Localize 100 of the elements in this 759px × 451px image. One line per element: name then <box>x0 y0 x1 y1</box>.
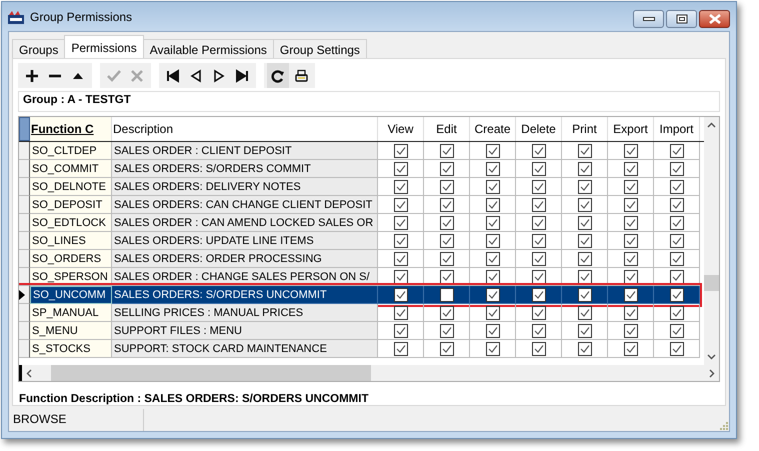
column-header[interactable]: Edit <box>424 117 470 141</box>
checkbox[interactable] <box>532 342 546 356</box>
checkbox[interactable] <box>486 270 500 284</box>
checkbox[interactable] <box>578 162 592 176</box>
checkbox[interactable] <box>670 306 684 320</box>
row-indicator[interactable] <box>19 286 30 304</box>
refresh-button[interactable] <box>267 63 289 88</box>
checkbox[interactable] <box>486 234 500 248</box>
checkbox[interactable] <box>624 306 638 320</box>
checkbox[interactable] <box>440 144 454 158</box>
checkbox[interactable] <box>578 180 592 194</box>
tab[interactable]: Groups <box>12 39 66 58</box>
checkbox[interactable] <box>670 180 684 194</box>
checkbox[interactable] <box>440 162 454 176</box>
checkbox[interactable] <box>624 162 638 176</box>
checkbox[interactable] <box>578 324 592 338</box>
checkbox[interactable] <box>394 342 408 356</box>
vertical-scrollbar[interactable] <box>704 117 719 365</box>
checkbox[interactable] <box>624 234 638 248</box>
checkbox[interactable] <box>394 180 408 194</box>
checkbox[interactable] <box>578 342 592 356</box>
checkbox[interactable] <box>670 144 684 158</box>
column-header[interactable]: View <box>378 117 424 141</box>
checkbox[interactable] <box>624 270 638 284</box>
checkbox[interactable] <box>578 252 592 266</box>
checkbox[interactable] <box>578 144 592 158</box>
checkbox[interactable] <box>532 216 546 230</box>
minimize-button[interactable] <box>633 10 664 28</box>
column-header[interactable]: Delete <box>516 117 562 141</box>
horizontal-scrollbar[interactable] <box>19 365 719 381</box>
checkbox[interactable] <box>624 342 638 356</box>
checkbox[interactable] <box>440 306 454 320</box>
checkbox[interactable] <box>578 234 592 248</box>
checkbox[interactable] <box>440 342 454 356</box>
checkbox[interactable] <box>624 144 638 158</box>
checkbox[interactable] <box>670 324 684 338</box>
checkbox[interactable] <box>578 288 592 302</box>
column-header[interactable]: Description <box>112 117 378 141</box>
close-button[interactable] <box>699 10 730 28</box>
checkbox[interactable] <box>670 342 684 356</box>
checkbox[interactable] <box>394 234 408 248</box>
checkbox[interactable] <box>440 252 454 266</box>
checkbox[interactable] <box>394 270 408 284</box>
checkbox[interactable] <box>440 198 454 212</box>
scroll-down-icon[interactable] <box>707 352 716 361</box>
resize-grip-icon[interactable] <box>719 421 729 431</box>
column-header[interactable]: Create <box>470 117 516 141</box>
checkbox[interactable] <box>624 180 638 194</box>
checkbox[interactable] <box>624 324 638 338</box>
scroll-thumb[interactable] <box>704 275 719 291</box>
checkbox[interactable] <box>532 234 546 248</box>
checkbox[interactable] <box>486 216 500 230</box>
checkbox[interactable] <box>486 342 500 356</box>
checkbox[interactable] <box>394 216 408 230</box>
checkbox[interactable] <box>486 324 500 338</box>
checkbox[interactable] <box>670 216 684 230</box>
checkbox[interactable] <box>486 180 500 194</box>
checkbox[interactable] <box>624 252 638 266</box>
scroll-up-icon[interactable] <box>707 121 716 130</box>
checkbox[interactable] <box>532 306 546 320</box>
checkbox[interactable] <box>578 306 592 320</box>
checkbox[interactable] <box>532 324 546 338</box>
checkbox[interactable] <box>670 234 684 248</box>
checkbox[interactable] <box>394 324 408 338</box>
tab[interactable]: Permissions <box>64 35 144 58</box>
checkbox[interactable] <box>624 198 638 212</box>
checkbox[interactable] <box>624 288 638 302</box>
checkbox[interactable] <box>440 324 454 338</box>
checkbox[interactable] <box>532 180 546 194</box>
checkbox[interactable] <box>440 270 454 284</box>
column-header[interactable]: Print <box>562 117 608 141</box>
checkbox[interactable] <box>486 288 500 302</box>
tab[interactable]: Group Settings <box>272 39 367 58</box>
checkbox[interactable] <box>532 198 546 212</box>
checkbox[interactable] <box>394 288 408 302</box>
checkbox[interactable] <box>670 288 684 302</box>
checkbox[interactable] <box>670 270 684 284</box>
checkbox[interactable] <box>394 162 408 176</box>
column-header[interactable]: Export <box>608 117 654 141</box>
checkbox[interactable] <box>394 144 408 158</box>
checkbox[interactable] <box>670 252 684 266</box>
checkbox[interactable] <box>578 198 592 212</box>
checkbox[interactable] <box>486 252 500 266</box>
column-header[interactable]: Function C <box>30 117 112 141</box>
checkbox[interactable] <box>578 270 592 284</box>
scroll-right-icon[interactable] <box>707 368 716 378</box>
checkbox[interactable] <box>532 162 546 176</box>
scroll-thumb[interactable] <box>51 365 371 381</box>
checkbox[interactable] <box>624 216 638 230</box>
checkbox[interactable] <box>670 198 684 212</box>
checkbox[interactable] <box>486 198 500 212</box>
checkbox[interactable] <box>394 252 408 266</box>
checkbox[interactable] <box>578 216 592 230</box>
checkbox[interactable] <box>532 270 546 284</box>
checkbox[interactable] <box>440 216 454 230</box>
checkbox[interactable] <box>394 198 408 212</box>
checkbox[interactable] <box>440 234 454 248</box>
column-header[interactable]: Import <box>654 117 700 141</box>
checkbox[interactable] <box>486 144 500 158</box>
checkbox[interactable] <box>532 288 546 302</box>
